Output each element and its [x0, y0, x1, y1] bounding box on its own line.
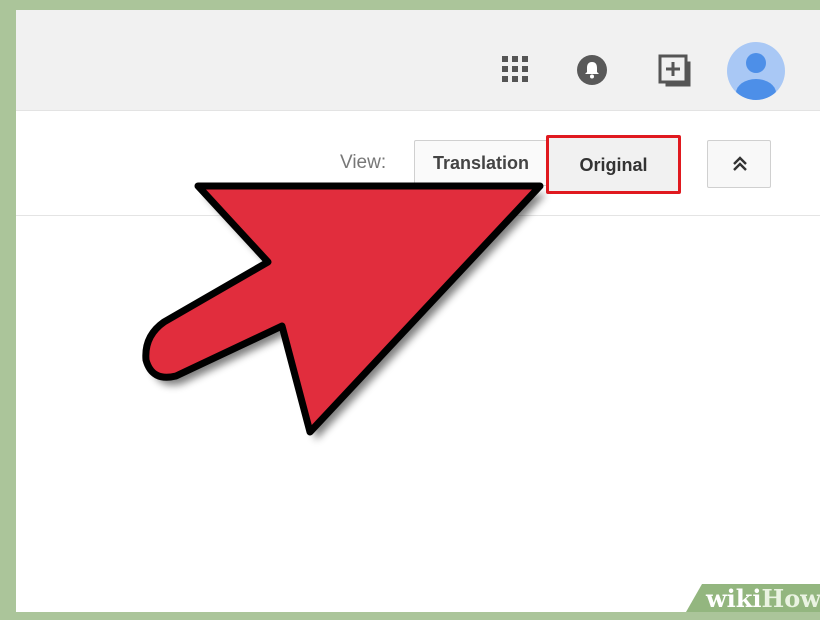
- translation-button[interactable]: Translation: [414, 140, 548, 186]
- watermark-corner: [686, 584, 702, 612]
- notifications-bell-icon[interactable]: [576, 54, 608, 86]
- original-button[interactable]: Original: [546, 135, 681, 194]
- apps-grid-icon[interactable]: [500, 54, 530, 84]
- view-label: View:: [340, 152, 387, 173]
- watermark-text: wikiHow: [706, 584, 820, 613]
- collapse-button[interactable]: [707, 140, 771, 188]
- screenshot-frame: View: Translation Original wikiHow: [0, 0, 820, 620]
- account-avatar[interactable]: [726, 41, 786, 101]
- share-add-icon[interactable]: [658, 54, 692, 88]
- top-toolbar: [16, 10, 820, 111]
- frame-border-left: [0, 0, 16, 620]
- double-chevron-up-icon: [733, 156, 747, 171]
- frame-border-top: [0, 0, 820, 10]
- frame-border-bottom: [0, 612, 820, 620]
- wikihow-watermark: wikiHow: [686, 584, 820, 612]
